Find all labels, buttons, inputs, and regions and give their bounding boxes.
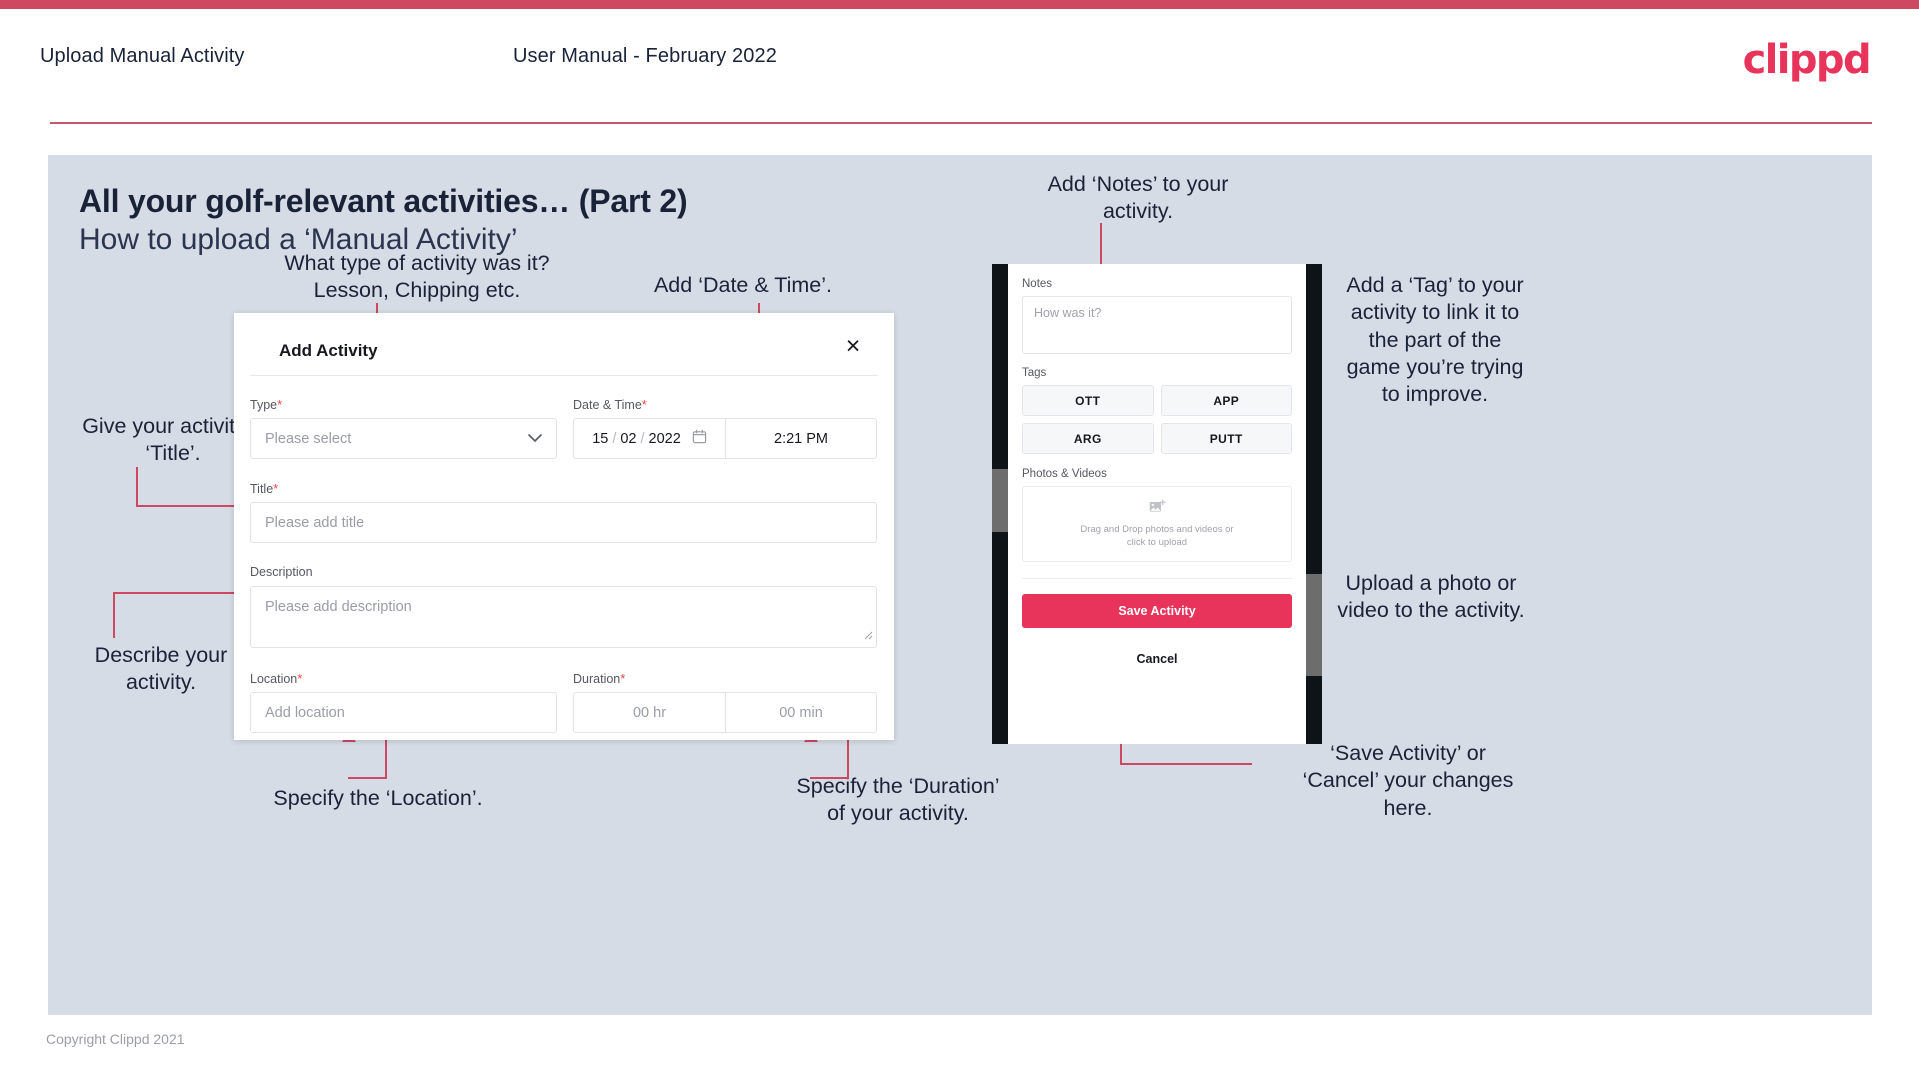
cancel-button[interactable]: Cancel xyxy=(1022,645,1292,673)
close-icon[interactable]: × xyxy=(838,331,868,361)
phone-bezel-left-top xyxy=(992,264,1008,469)
phone-bezel-right-top xyxy=(1306,264,1322,574)
duration-label: Duration* xyxy=(573,671,626,686)
notes-placeholder: How was it? xyxy=(1034,306,1102,320)
annotation-duration: Specify the ‘Duration’ of your activity. xyxy=(796,774,1000,826)
arrow-save-seg2 xyxy=(1120,763,1252,765)
datetime-group: 15 / 02 / 2022 2:21 PM xyxy=(573,418,877,459)
dropzone-line-1: Drag and Drop photos and videos or xyxy=(1080,523,1234,535)
tag-arg[interactable]: ARG xyxy=(1022,423,1154,454)
duration-group: 00 hr 00 min xyxy=(573,692,877,733)
document-subtitle: User Manual - February 2022 xyxy=(513,45,777,67)
tag-app[interactable]: APP xyxy=(1160,385,1292,416)
dropzone-line-2: click to upload xyxy=(1126,536,1188,548)
phone-divider xyxy=(1022,578,1292,579)
clippd-logo: clippd xyxy=(1742,37,1872,83)
dialog-title: Add Activity xyxy=(279,341,378,360)
description-textarea[interactable]: Please add description xyxy=(250,586,877,648)
annotation-save: ‘Save Activity’ or ‘Cancel’ your changes… xyxy=(1302,741,1514,820)
notes-textarea[interactable]: How was it? xyxy=(1022,296,1292,354)
type-label: Type* xyxy=(250,397,283,412)
type-select[interactable]: Please select xyxy=(250,418,557,459)
notes-label: Notes xyxy=(1022,278,1053,290)
phone-bezel-right-bottom xyxy=(1306,676,1322,744)
copyright-text: Copyright Clippd 2021 xyxy=(46,1031,185,1047)
tags-label: Tags xyxy=(1022,367,1047,379)
date-sep-2: / xyxy=(640,430,645,447)
time-input[interactable]: 2:21 PM xyxy=(726,419,876,458)
tags-grid: OTT APP ARG PUTT xyxy=(1022,385,1292,454)
phone-button-right xyxy=(1306,574,1322,676)
top-accent-bar xyxy=(0,0,1919,9)
required-marker: * xyxy=(620,671,626,686)
chevron-down-icon xyxy=(528,430,542,448)
slide-heading: All your golf-relevant activities… (Part… xyxy=(79,183,688,219)
phone-bezel-left-bottom xyxy=(992,532,1008,744)
title-input[interactable]: Please add title xyxy=(250,502,877,543)
header-divider xyxy=(50,122,1872,124)
arrow-dur-seg2 xyxy=(810,777,849,779)
duration-minutes-value: 00 min xyxy=(779,704,823,721)
resize-handle-icon[interactable] xyxy=(863,627,873,645)
phone-button-left xyxy=(992,469,1008,532)
required-marker: * xyxy=(297,671,303,686)
annotation-notes: Add ‘Notes’ to your activity. xyxy=(1047,172,1229,224)
required-marker: * xyxy=(641,397,647,412)
date-year: 2022 xyxy=(648,430,681,447)
dialog-divider xyxy=(250,375,878,376)
location-placeholder: Add location xyxy=(265,704,345,721)
date-month: 02 xyxy=(620,430,637,447)
type-placeholder: Please select xyxy=(265,430,352,447)
duration-hours-input[interactable]: 00 hr xyxy=(574,693,726,732)
page-title: Upload Manual Activity xyxy=(40,45,245,67)
add-image-icon xyxy=(1149,499,1166,519)
arrow-title-seg1 xyxy=(136,467,138,507)
title-placeholder: Please add title xyxy=(265,514,365,531)
photos-label: Photos & Videos xyxy=(1022,468,1107,480)
photo-dropzone[interactable]: Drag and Drop photos and videos or click… xyxy=(1022,486,1292,562)
annotation-type: What type of activity was it? Lesson, Ch… xyxy=(284,251,550,303)
annotation-upload: Upload a photo or video to the activity. xyxy=(1337,571,1525,623)
duration-minutes-input[interactable]: 00 min xyxy=(726,693,876,732)
annotation-location: Specify the ‘Location’. xyxy=(273,786,483,810)
phone-mockup: Notes How was it? Tags OTT APP ARG PUTT … xyxy=(992,264,1322,744)
arrow-loc-seg2 xyxy=(348,777,387,779)
duration-hours-value: 00 hr xyxy=(632,704,667,721)
calendar-icon[interactable] xyxy=(692,429,707,449)
arrow-title-seg2 xyxy=(136,505,246,507)
tag-ott[interactable]: OTT xyxy=(1022,385,1154,416)
slide-canvas: All your golf-relevant activities… (Part… xyxy=(48,155,1872,1015)
annotation-datetime: Add ‘Date & Time’. xyxy=(653,273,833,297)
description-label: Description xyxy=(250,565,313,579)
required-marker: * xyxy=(273,481,279,496)
arrow-desc-seg2 xyxy=(113,592,245,594)
description-placeholder: Please add description xyxy=(265,599,412,615)
tag-putt[interactable]: PUTT xyxy=(1160,423,1292,454)
location-label: Location* xyxy=(250,671,303,686)
phone-screen: Notes How was it? Tags OTT APP ARG PUTT … xyxy=(1008,264,1306,744)
date-input[interactable]: 15 / 02 / 2022 xyxy=(574,419,726,458)
datetime-label: Date & Time* xyxy=(573,397,647,412)
location-input[interactable]: Add location xyxy=(250,692,557,733)
date-day: 15 xyxy=(592,430,609,447)
time-value: 2:21 PM xyxy=(774,430,828,447)
title-label: Title* xyxy=(250,481,279,496)
annotation-tags: Add a ‘Tag’ to your activity to link it … xyxy=(1346,273,1524,407)
date-sep-1: / xyxy=(612,430,617,447)
arrow-desc-seg1 xyxy=(113,592,115,638)
add-activity-dialog: Add Activity × Type* Please select Date … xyxy=(234,313,894,740)
required-marker: * xyxy=(277,397,283,412)
save-activity-button[interactable]: Save Activity xyxy=(1022,594,1292,628)
